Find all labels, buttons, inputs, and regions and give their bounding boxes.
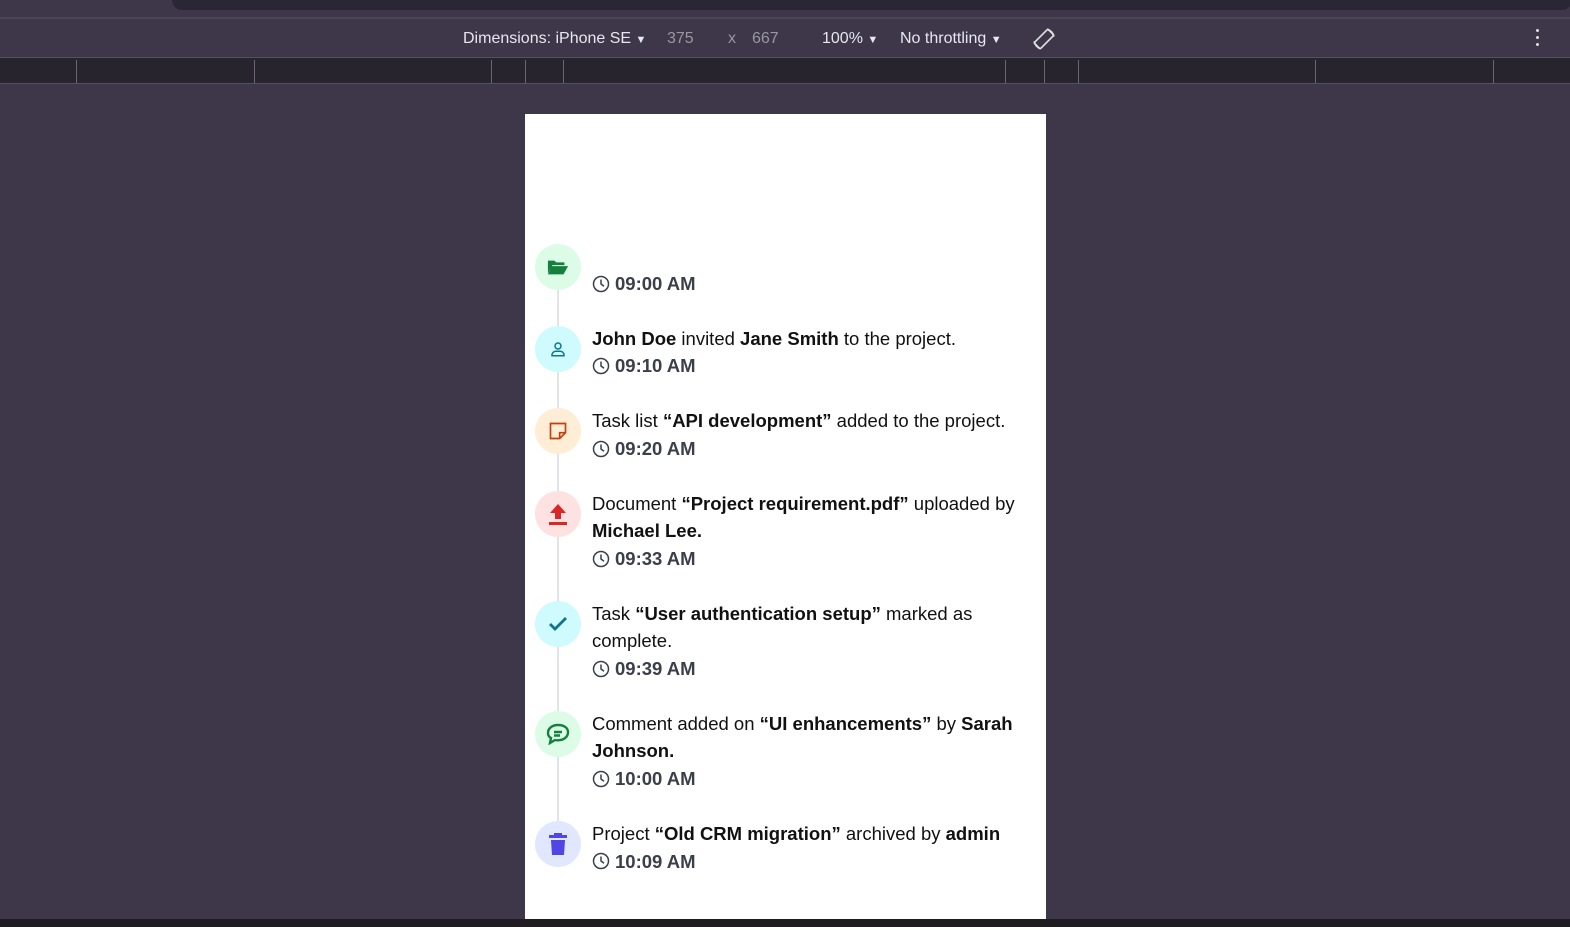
dimensions-label: Dimensions: iPhone SE (463, 30, 632, 47)
clock-icon (592, 852, 610, 870)
activity-description: Project “Old CRM migration” archived by … (592, 820, 1035, 848)
activity-time: 09:00 AM (592, 270, 1035, 298)
timeline-item: Task “User authentication setup” marked … (535, 600, 1035, 712)
caret-down-icon: ▼ (635, 34, 647, 46)
media-query-ruler (0, 57, 1570, 84)
text-segment: Task (592, 602, 636, 624)
timeline-item: 09:00 AM (535, 243, 1035, 327)
trash-icon (535, 820, 581, 867)
highlight-text: “User authentication setup” (635, 602, 881, 624)
time-label: 10:09 AM (615, 850, 696, 872)
timeline-connector (557, 645, 559, 712)
activity-description: Task “User authentication setup” marked … (592, 600, 1035, 655)
zoom-select[interactable]: 100% ▼ (822, 30, 878, 48)
time-label: 09:00 AM (615, 273, 696, 294)
activity-description: John Doe invited Jane Smith to the proje… (592, 325, 1035, 353)
activity-description: Task list “API development” added to the… (592, 407, 1035, 435)
clock-icon (592, 660, 610, 678)
timeline-item: Comment added on “UI enhancements” by Sa… (535, 710, 1035, 822)
timeline-item: Document “Project requirement.pdf” uploa… (535, 490, 1035, 602)
timeline-connector (557, 755, 559, 822)
timeline-connector (557, 370, 559, 410)
text-segment: Project (592, 822, 655, 844)
caret-down-icon: ▼ (867, 34, 879, 46)
timeline-item: Task list “API development” added to the… (535, 407, 1035, 492)
highlight-text: “Old CRM migration” (654, 822, 841, 844)
text-segment: Task list (592, 410, 663, 432)
clock-icon (592, 275, 610, 293)
text-segment: added to the project. (831, 410, 1006, 432)
highlight-text: Jane Smith (740, 327, 839, 349)
throttling-select[interactable]: No throttling ▼ (900, 30, 1002, 48)
bottom-bar (0, 919, 1570, 927)
activity-time: 10:00 AM (592, 765, 1035, 793)
activity-time: 09:39 AM (592, 655, 1035, 683)
device-toolbar: Dimensions: iPhone SE ▼ 375 x 667 100% ▼… (0, 21, 1570, 57)
activity-description: Comment added on “UI enhancements” by Sa… (592, 710, 1035, 765)
rotate-icon[interactable] (1031, 26, 1057, 57)
text-segment: Document (592, 492, 682, 514)
clock-icon (592, 550, 610, 568)
user-icon (535, 325, 581, 372)
timeline-item: Project “Old CRM migration” archived by … (535, 820, 1035, 902)
highlight-text: Michael Lee. (592, 520, 703, 542)
check-icon (535, 600, 581, 647)
throttling-label: No throttling (900, 30, 987, 47)
timeline-connector (557, 453, 559, 492)
highlight-text: John Doe (592, 327, 677, 349)
text-segment: archived by (840, 822, 946, 844)
text-segment: to the project. (838, 327, 956, 349)
text-segment: by (931, 712, 962, 734)
activity-time: 09:20 AM (592, 435, 1035, 463)
time-label: 09:33 AM (615, 547, 696, 569)
clock-icon (592, 440, 610, 458)
clock-icon (592, 357, 610, 375)
browser-tab-strip (0, 0, 1570, 19)
text-segment: Comment added on (592, 712, 760, 734)
caret-down-icon: ▼ (990, 34, 1002, 46)
activity-timeline: 09:00 AM John Doe invited Jane Smith to … (535, 243, 1035, 902)
activity-time: 10:09 AM (592, 848, 1035, 876)
time-label: 09:10 AM (615, 355, 696, 377)
activity-description (592, 243, 1035, 270)
activity-description: Document “Project requirement.pdf” uploa… (592, 490, 1035, 545)
times-label: x (728, 30, 736, 47)
zoom-label: 100% (822, 30, 863, 47)
highlight-text: “UI enhancements” (759, 712, 932, 734)
timeline-item: John Doe invited Jane Smith to the proje… (535, 325, 1035, 410)
time-label: 09:20 AM (615, 437, 696, 459)
device-viewport: 09:00 AM John Doe invited Jane Smith to … (525, 114, 1046, 919)
time-label: 09:39 AM (615, 658, 696, 680)
activity-time: 09:10 AM (592, 352, 1035, 380)
timeline-connector (557, 535, 559, 602)
clock-icon (592, 770, 610, 788)
highlight-text: admin (945, 822, 1001, 844)
height-input[interactable]: 667 (752, 30, 779, 48)
more-options-icon[interactable] (1536, 29, 1540, 50)
sticky-note-icon (535, 408, 581, 455)
activity-time: 09:33 AM (592, 545, 1035, 573)
folder-open-icon (535, 244, 581, 290)
timeline-connector (557, 289, 559, 327)
text-segment: invited (676, 327, 741, 349)
width-input[interactable]: 375 (667, 30, 694, 48)
dimensions-select[interactable]: Dimensions: iPhone SE ▼ (463, 30, 646, 48)
text-segment: uploaded by (908, 492, 1015, 514)
address-bar[interactable] (172, 0, 1570, 10)
comment-icon (535, 710, 581, 757)
upload-icon (535, 490, 581, 537)
time-label: 10:00 AM (615, 768, 696, 790)
highlight-text: “API development” (662, 410, 832, 432)
highlight-text: “Project requirement.pdf” (681, 492, 909, 514)
